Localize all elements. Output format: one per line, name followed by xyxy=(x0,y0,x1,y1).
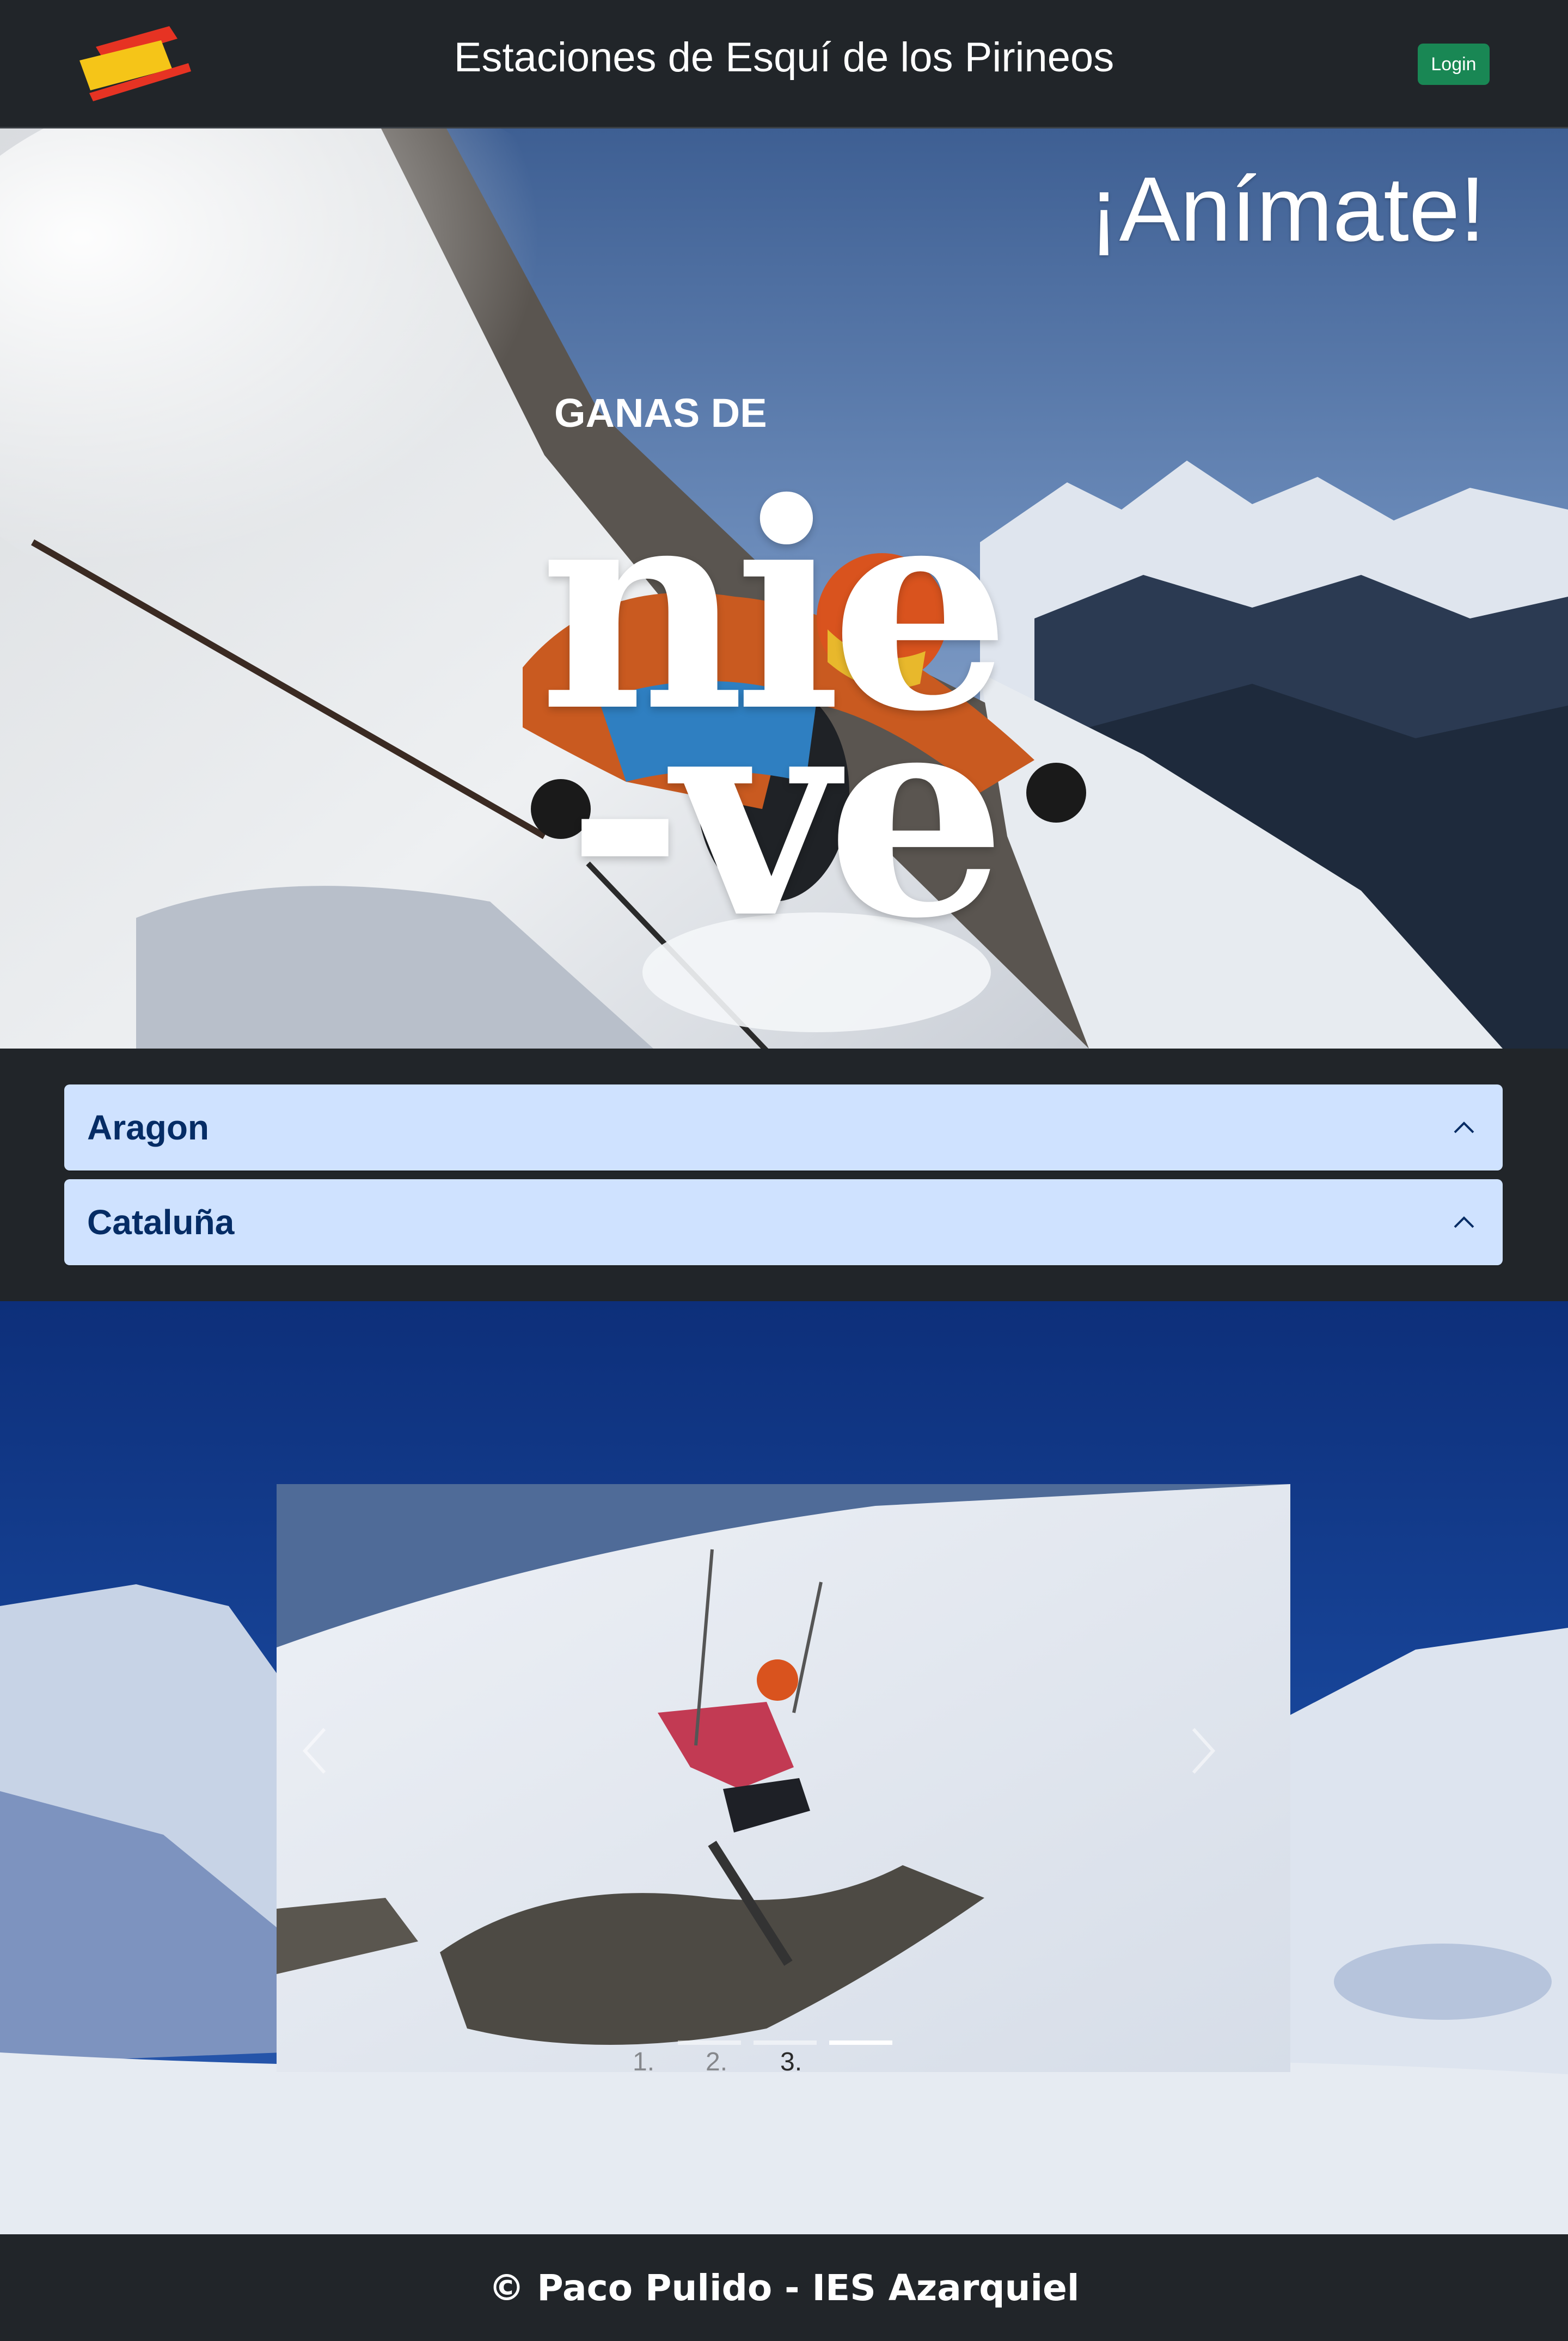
regions-accordion: Aragon Cataluña xyxy=(0,1049,1568,1301)
carousel-indicator-1[interactable] xyxy=(678,2040,741,2045)
indicator-number: 1. xyxy=(633,2048,655,2072)
indicator-number: 3. xyxy=(780,2048,803,2072)
footer-text: © Paco Pulido - IES Azarquiel xyxy=(488,2266,1080,2309)
accordion-item-aragon[interactable]: Aragon xyxy=(64,1084,1503,1170)
site-title: Estaciones de Esquí de los Pirineos xyxy=(454,34,1114,81)
hero-banner: ¡Anímate! GANAS DE nie -ve xyxy=(0,128,1568,1049)
indicator-number: 2. xyxy=(706,2048,728,2072)
accordion-item-cataluna[interactable]: Cataluña xyxy=(64,1179,1503,1265)
carousel-section: 1. 2. 3. xyxy=(0,1301,1568,2234)
chevron-up-icon xyxy=(1454,1216,1474,1228)
carousel-indicators: 1. 2. 3. xyxy=(277,2023,1290,2072)
carousel-indicator-3[interactable] xyxy=(829,2040,892,2045)
carousel-prev-button[interactable] xyxy=(298,1724,380,1833)
accordion-label: Cataluña xyxy=(87,1203,235,1242)
accordion-label: Aragon xyxy=(87,1108,209,1147)
hero-kicker: GANAS DE xyxy=(554,390,767,436)
chevron-left-icon xyxy=(302,1727,326,1774)
hero-word-line-2: -ve xyxy=(566,648,1007,980)
chevron-up-icon xyxy=(1454,1122,1474,1133)
chevron-right-icon xyxy=(1192,1727,1216,1774)
hero-tagline: ¡Anímate! xyxy=(1088,158,1485,260)
carousel-next-button[interactable] xyxy=(1187,1724,1269,1833)
site-footer: © Paco Pulido - IES Azarquiel xyxy=(0,2234,1568,2341)
site-header: Estaciones de Esquí de los Pirineos Logi… xyxy=(0,0,1568,128)
carousel-indicator-2[interactable] xyxy=(754,2040,817,2045)
login-button[interactable]: Login xyxy=(1418,44,1490,85)
image-carousel[interactable]: 1. 2. 3. xyxy=(277,1484,1290,2072)
carousel-slide-image xyxy=(277,1484,1290,2072)
